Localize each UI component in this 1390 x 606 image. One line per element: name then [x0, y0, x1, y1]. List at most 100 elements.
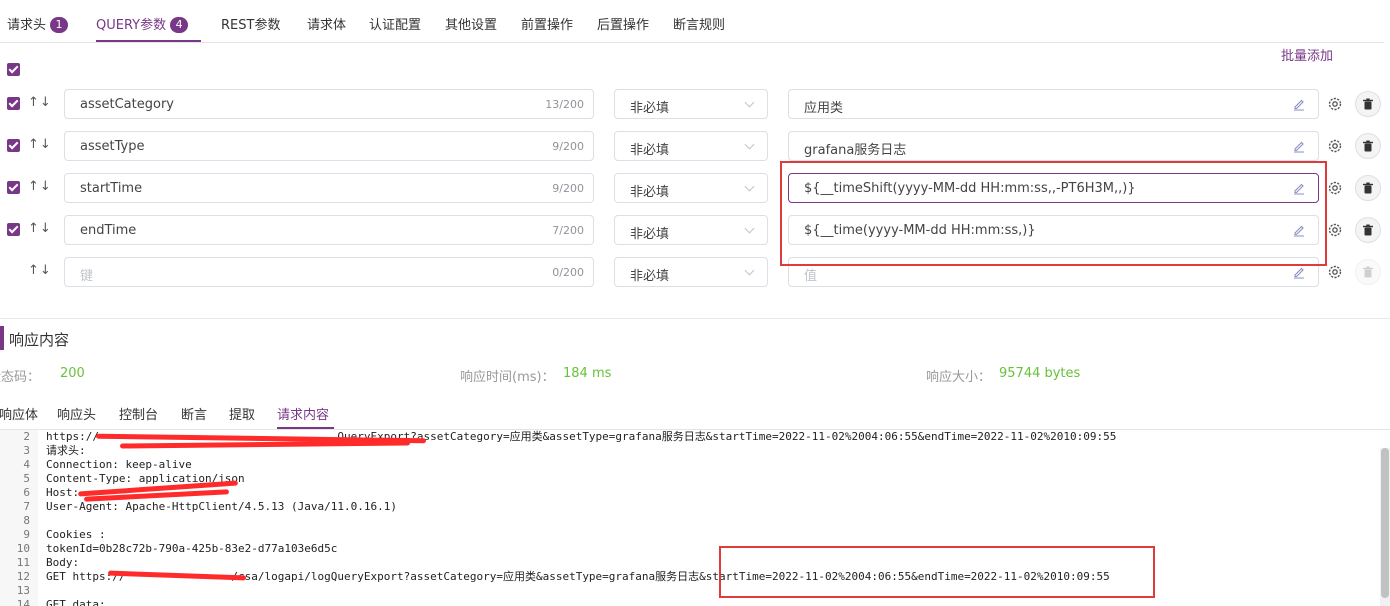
- delete-param-button[interactable]: [1355, 133, 1381, 159]
- request-config-tabs: 请求头 1 QUERY参数 4 REST参数 请求体 认证配置 其他设置 前置操作 …: [0, 0, 1384, 43]
- code-line: 5 Content-Type: application/json: [23, 472, 245, 485]
- param-name-input[interactable]: endTime 7/200: [64, 215, 594, 245]
- param-name-text: endTime: [80, 223, 137, 238]
- select-all-checkbox[interactable]: [7, 63, 20, 76]
- response-size-label: 响应大小：: [926, 370, 992, 385]
- vertical-scrollbar[interactable]: [1380, 448, 1390, 606]
- tab-assertions[interactable]: 断言规则: [673, 14, 725, 33]
- code-line: 2 https:// QueryExport?assetCategory=应用类&…: [23, 430, 1117, 443]
- required-select[interactable]: 非必填: [614, 215, 768, 245]
- tab-response-headers[interactable]: 响应头: [57, 404, 96, 423]
- move-up-down-icon[interactable]: ↑↓: [28, 179, 52, 194]
- move-up-down-icon[interactable]: ↑↓: [28, 221, 52, 236]
- trash-icon: [1363, 182, 1373, 194]
- batch-add-link[interactable]: 批量添加: [1281, 45, 1333, 64]
- tab-assertion[interactable]: 断言: [181, 404, 207, 423]
- gear-icon[interactable]: [1327, 222, 1343, 238]
- tab-post-ops[interactable]: 后置操作: [597, 14, 649, 33]
- gear-icon[interactable]: [1327, 180, 1343, 196]
- param-name-input[interactable]: assetCategory 13/200: [64, 89, 594, 119]
- required-value: 非必填: [630, 101, 670, 116]
- section-accent-bar: [0, 326, 4, 350]
- move-up-down-icon[interactable]: ↑↓: [28, 263, 52, 278]
- edit-pencil-icon[interactable]: [1292, 97, 1306, 111]
- tab-request-content[interactable]: 请求内容: [277, 404, 329, 423]
- status-code-value: 200: [60, 366, 85, 381]
- tab-label: 请求头: [7, 18, 47, 33]
- chevron-down-icon: [744, 97, 755, 108]
- required-value: 非必填: [630, 185, 670, 200]
- chevron-down-icon: [744, 139, 755, 150]
- gear-icon[interactable]: [1327, 138, 1343, 154]
- param-enable-checkbox[interactable]: [7, 223, 20, 236]
- gear-icon[interactable]: [1327, 96, 1343, 112]
- request-content-viewer[interactable]: 2 https:// QueryExport?assetCategory=应用类&…: [0, 430, 1390, 606]
- required-value: 非必填: [630, 227, 670, 242]
- delete-param-button[interactable]: [1355, 175, 1381, 201]
- char-count: 13/200: [545, 98, 584, 111]
- code-line: 10 tokenId=0b28c72b-790a-425b-83e2-d77a10…: [16, 542, 338, 555]
- trash-icon: [1363, 98, 1373, 110]
- tab-badge: 1: [50, 17, 69, 33]
- param-value-input[interactable]: grafana服务日志: [788, 131, 1319, 161]
- chevron-down-icon: [744, 265, 755, 276]
- param-value-text: 应用类: [804, 101, 844, 116]
- required-value: 非必填: [630, 269, 670, 284]
- required-select[interactable]: 非必填: [614, 173, 768, 203]
- delete-param-button[interactable]: [1355, 91, 1381, 117]
- char-count: 9/200: [552, 140, 584, 153]
- scrollbar-thumb[interactable]: [1381, 448, 1389, 598]
- tab-label: QUERY参数: [96, 18, 167, 33]
- move-up-down-icon[interactable]: ↑↓: [28, 95, 52, 110]
- char-count: 0/200: [552, 266, 584, 279]
- tab-pre-ops[interactable]: 前置操作: [521, 14, 573, 33]
- param-name-input[interactable]: startTime 9/200: [64, 173, 594, 203]
- delete-param-button[interactable]: [1355, 217, 1381, 243]
- gear-icon[interactable]: [1327, 264, 1343, 280]
- tab-label: 认证配置: [369, 18, 422, 33]
- tab-label: REST参数: [221, 18, 281, 33]
- highlight-box-request-line: [719, 546, 1155, 598]
- char-count: 9/200: [552, 182, 584, 195]
- param-name-input[interactable]: assetType 9/200: [64, 131, 594, 161]
- param-name-text: assetCategory: [80, 97, 174, 112]
- chevron-down-icon: [744, 181, 755, 192]
- tab-label: 其他设置: [445, 18, 498, 33]
- active-tab-indicator: [96, 40, 201, 42]
- tab-label: 前置操作: [521, 18, 574, 33]
- code-line: 13: [16, 584, 30, 597]
- param-name-text: assetType: [80, 139, 145, 154]
- tab-rest-params[interactable]: REST参数: [221, 14, 280, 33]
- tab-body[interactable]: 请求体: [307, 14, 346, 33]
- edit-pencil-icon[interactable]: [1292, 139, 1306, 153]
- param-enable-checkbox[interactable]: [7, 97, 20, 110]
- tab-other-settings[interactable]: 其他设置: [445, 14, 497, 33]
- code-line: 11 Body:: [16, 556, 80, 569]
- code-line: 12 GET https:// /csa/logapi/logQueryExpor…: [16, 570, 1110, 583]
- tab-label: 请求体: [307, 18, 347, 33]
- tab-extract[interactable]: 提取: [229, 404, 255, 423]
- tab-response-body[interactable]: 响应体: [0, 404, 38, 423]
- tab-headers[interactable]: 请求头 1: [7, 14, 69, 33]
- tab-label: 后置操作: [597, 18, 650, 33]
- tab-query-params[interactable]: QUERY参数 4: [96, 14, 189, 33]
- new-param-name-input[interactable]: 键 0/200: [64, 257, 594, 287]
- param-value-placeholder: 值: [804, 269, 818, 284]
- delete-param-button: [1355, 259, 1381, 285]
- param-name-text: startTime: [80, 181, 143, 196]
- param-value-input[interactable]: 应用类: [788, 89, 1319, 119]
- required-select[interactable]: 非必填: [614, 89, 768, 119]
- required-value: 非必填: [630, 143, 670, 158]
- highlight-box-params: [780, 161, 1327, 266]
- code-line: 6 Host:: [23, 486, 80, 499]
- edit-pencil-icon[interactable]: [1292, 265, 1306, 279]
- required-select[interactable]: 非必填: [614, 257, 768, 287]
- code-line: 3 请求头:: [23, 444, 86, 457]
- tab-auth[interactable]: 认证配置: [369, 14, 421, 33]
- move-up-down-icon[interactable]: ↑↓: [28, 137, 52, 152]
- response-time-label: 响应时间(ms)：: [460, 370, 555, 385]
- tab-console[interactable]: 控制台: [119, 404, 158, 423]
- required-select[interactable]: 非必填: [614, 131, 768, 161]
- param-enable-checkbox[interactable]: [7, 181, 20, 194]
- param-enable-checkbox[interactable]: [7, 139, 20, 152]
